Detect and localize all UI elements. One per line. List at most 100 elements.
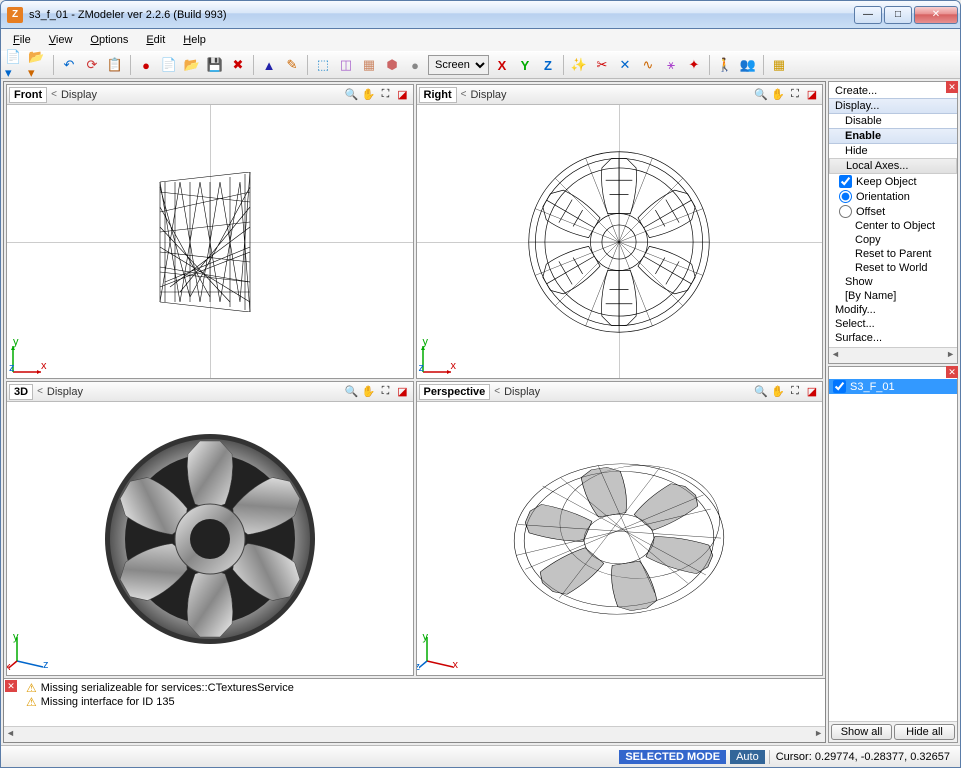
pan-icon[interactable]: ✋ (770, 87, 786, 103)
tree-hide[interactable]: Hide (829, 144, 957, 158)
fit-icon[interactable]: ⛶ (787, 87, 803, 103)
tree-enable[interactable]: Enable (829, 128, 957, 144)
maximize-view-icon[interactable]: ◪ (395, 384, 411, 400)
undo-button[interactable]: ↶ (59, 55, 79, 75)
tree-create[interactable]: Create... (829, 84, 957, 98)
zoom-icon[interactable]: 🔍 (753, 87, 769, 103)
tree-select[interactable]: Select... (829, 317, 957, 331)
new-dropdown-button[interactable]: 📄▾ (5, 55, 25, 75)
tree-modify[interactable]: Modify... (829, 303, 957, 317)
drop-tool-button[interactable]: ▲ (259, 55, 279, 75)
tree-show[interactable]: Show (829, 275, 957, 289)
tree-display[interactable]: Display... (829, 98, 957, 114)
axis-y-button[interactable]: Y (515, 55, 535, 75)
record-button[interactable]: ● (136, 55, 156, 75)
zoom-icon[interactable]: 🔍 (344, 87, 360, 103)
copy-button[interactable]: 📋 (105, 55, 125, 75)
titlebar[interactable]: Z s3_f_01 - ZModeler ver 2.2.6 (Build 99… (1, 1, 960, 29)
viewport-display-label[interactable]: Display (47, 386, 340, 398)
close-button[interactable]: ✕ (914, 6, 958, 24)
viewport-display-label[interactable]: Display (470, 89, 749, 101)
tree-orientation[interactable]: Orientation (829, 189, 957, 204)
pan-icon[interactable]: ✋ (770, 384, 786, 400)
delete-button[interactable]: ✖ (228, 55, 248, 75)
screen-dropdown[interactable]: Screen (428, 55, 489, 75)
maximize-view-icon[interactable]: ◪ (395, 87, 411, 103)
maximize-button[interactable]: □ (884, 6, 912, 24)
cut-button[interactable]: ✂ (592, 55, 612, 75)
people-button[interactable]: 👥 (738, 55, 758, 75)
tree-reset-to-world[interactable]: Reset to World (829, 261, 957, 275)
object-item[interactable]: S3_F_01 (829, 379, 957, 394)
status-auto[interactable]: Auto (730, 750, 765, 764)
show-all-button[interactable]: Show all (831, 724, 892, 740)
grid-button[interactable]: ▦ (769, 55, 789, 75)
select-tool-button[interactable]: ⬚ (313, 55, 333, 75)
tree-reset-to-parent[interactable]: Reset to Parent (829, 247, 957, 261)
tree-keep-object[interactable]: Keep Object (829, 174, 957, 189)
pan-icon[interactable]: ✋ (361, 384, 377, 400)
orientation-radio[interactable] (839, 190, 852, 203)
hide-all-button[interactable]: Hide all (894, 724, 955, 740)
viewport-canvas[interactable]: x y z (417, 105, 823, 378)
person-button[interactable]: 🚶 (715, 55, 735, 75)
panel-scrollbar[interactable] (829, 347, 957, 363)
menu-help[interactable]: Help (175, 32, 214, 48)
tree-by-name[interactable]: [By Name] (829, 289, 957, 303)
pan-icon[interactable]: ✋ (361, 87, 377, 103)
redo-button[interactable]: ⟳ (82, 55, 102, 75)
open-file-button[interactable]: 📂 (182, 55, 202, 75)
close-icon[interactable]: ✕ (946, 81, 958, 93)
viewport-name[interactable]: Right (419, 87, 457, 103)
magic-wand-button[interactable]: ✨ (569, 55, 589, 75)
menu-options[interactable]: Options (82, 32, 136, 48)
fit-icon[interactable]: ⛶ (378, 87, 394, 103)
move-button[interactable]: ✦ (684, 55, 704, 75)
menu-view[interactable]: View (41, 32, 81, 48)
cube-tool-button[interactable]: ◫ (336, 55, 356, 75)
tree-surface[interactable]: Surface... (829, 331, 957, 345)
wand-button[interactable]: ⚹ (661, 55, 681, 75)
sphere-button[interactable]: ● (405, 55, 425, 75)
fit-icon[interactable]: ⛶ (378, 384, 394, 400)
nav-back-icon[interactable]: < (494, 386, 500, 397)
nav-back-icon[interactable]: < (37, 386, 43, 397)
nav-back-icon[interactable]: < (51, 89, 57, 100)
axis-x-button[interactable]: X (492, 55, 512, 75)
box-tool-button[interactable]: ▦ (359, 55, 379, 75)
viewport-canvas[interactable]: y x z (7, 402, 413, 675)
viewport-name[interactable]: Perspective (419, 384, 491, 400)
fit-icon[interactable]: ⛶ (787, 384, 803, 400)
axis-z-button[interactable]: Z (538, 55, 558, 75)
viewport-canvas[interactable]: x y z (7, 105, 413, 378)
maximize-view-icon[interactable]: ◪ (804, 384, 820, 400)
menu-edit[interactable]: Edit (138, 32, 173, 48)
viewport-display-label[interactable]: Display (61, 89, 340, 101)
open-dropdown-button[interactable]: 📂▾ (28, 55, 48, 75)
zoom-icon[interactable]: 🔍 (344, 384, 360, 400)
close-icon[interactable]: ✕ (946, 366, 958, 378)
object-checkbox[interactable] (833, 380, 846, 393)
zoom-icon[interactable]: 🔍 (753, 384, 769, 400)
horizontal-scrollbar[interactable] (4, 726, 825, 742)
minimize-button[interactable]: — (854, 6, 882, 24)
compass-button[interactable]: ✕ (615, 55, 635, 75)
edit-tool-button[interactable]: ✎ (282, 55, 302, 75)
tree-center-to-object[interactable]: Center to Object (829, 219, 957, 233)
maximize-view-icon[interactable]: ◪ (804, 87, 820, 103)
tree-local-axes[interactable]: Local Axes... (829, 158, 957, 174)
close-icon[interactable]: ✕ (5, 680, 17, 692)
keep-object-checkbox[interactable] (839, 175, 852, 188)
tree-copy[interactable]: Copy (829, 233, 957, 247)
save-button[interactable]: 💾 (205, 55, 225, 75)
viewport-display-label[interactable]: Display (504, 386, 749, 398)
curve-button[interactable]: ∿ (638, 55, 658, 75)
menu-file[interactable]: File (5, 32, 39, 48)
viewport-name[interactable]: 3D (9, 384, 33, 400)
offset-radio[interactable] (839, 205, 852, 218)
new-file-button[interactable]: 📄 (159, 55, 179, 75)
tree-disable[interactable]: Disable (829, 114, 957, 128)
viewport-name[interactable]: Front (9, 87, 47, 103)
nav-back-icon[interactable]: < (461, 89, 467, 100)
tree-offset[interactable]: Offset (829, 204, 957, 219)
